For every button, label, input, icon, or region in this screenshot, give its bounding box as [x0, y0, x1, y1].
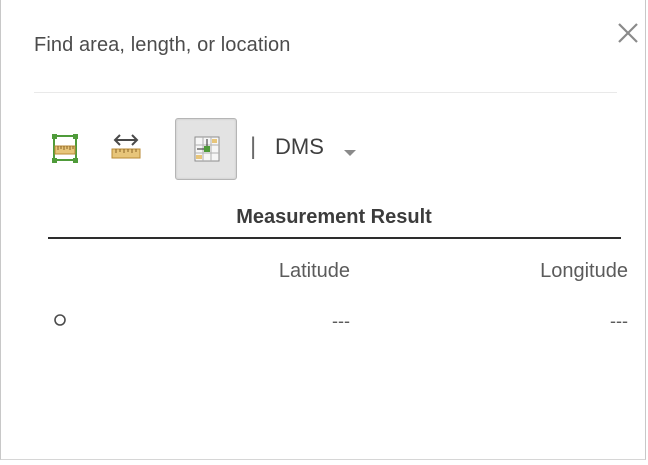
close-icon[interactable]	[615, 20, 643, 48]
measure-toolbar: | DMS	[1, 116, 647, 186]
longitude-column-header: Longitude	[540, 260, 628, 282]
location-tool-button[interactable]	[175, 118, 237, 180]
header-divider	[34, 92, 617, 93]
latitude-value: ---	[332, 311, 350, 331]
measurement-panel: Find area, length, or location | DMS Mea…	[0, 0, 646, 460]
caret-down-icon	[343, 144, 357, 162]
panel-title: Find area, length, or location	[34, 34, 291, 56]
results-title: Measurement Result	[236, 206, 432, 228]
distance-measure-icon	[109, 134, 143, 166]
area-tool-button[interactable]	[50, 132, 80, 166]
latitude-column-header: Latitude	[278, 260, 350, 282]
toolbar-separator: |	[250, 133, 257, 160]
results-divider	[48, 237, 621, 239]
unit-dropdown-label: DMS	[275, 134, 324, 159]
area-measure-icon	[50, 134, 80, 170]
longitude-value: ---	[610, 311, 628, 331]
distance-tool-button[interactable]	[109, 132, 143, 162]
panel-header: Find area, length, or location	[1, 0, 647, 94]
point-marker-icon	[53, 313, 67, 327]
